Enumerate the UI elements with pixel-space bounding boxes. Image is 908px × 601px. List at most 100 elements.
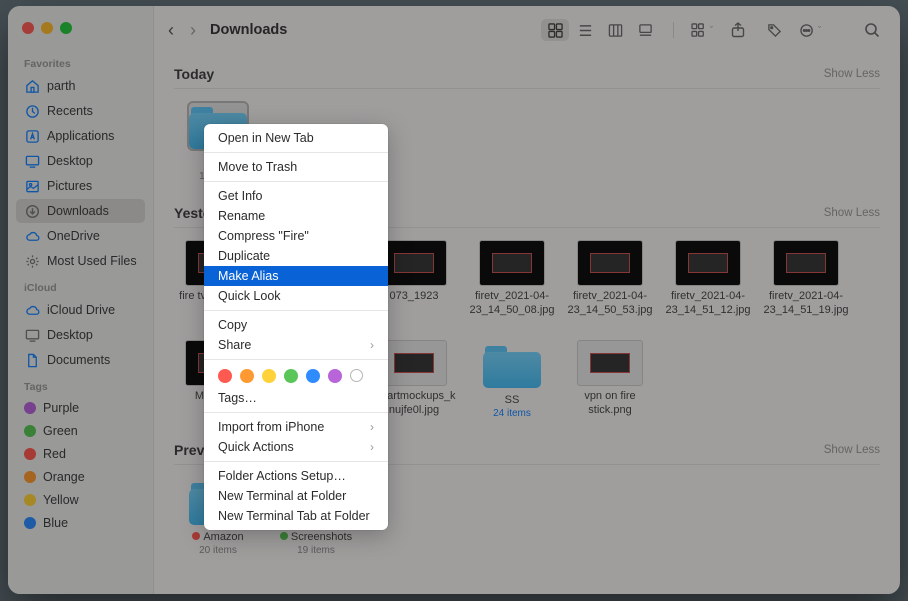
ctx-tags[interactable]: Tags… — [204, 388, 388, 408]
ctx-import-iphone[interactable]: Import from iPhone› — [204, 417, 388, 437]
ctx-make-alias[interactable]: Make Alias — [204, 266, 388, 286]
ctx-compress[interactable]: Compress "Fire" — [204, 226, 388, 246]
ctx-open-new-tab[interactable]: Open in New Tab — [204, 128, 388, 148]
file-name: Screenshots — [280, 531, 352, 545]
forward-button[interactable]: › — [190, 20, 196, 41]
back-button[interactable]: ‹ — [168, 20, 174, 41]
file-item[interactable]: firetv_2021-04-23_14_51_19.jpg — [762, 240, 850, 318]
sidebar-item-label: Downloads — [47, 204, 109, 218]
ctx-get-info[interactable]: Get Info — [204, 186, 388, 206]
doc-icon — [24, 352, 40, 368]
gear-icon — [24, 253, 40, 269]
ctx-new-terminal-tab[interactable]: New Terminal Tab at Folder — [204, 506, 388, 526]
ctx-duplicate[interactable]: Duplicate — [204, 246, 388, 266]
ctx-quick-look[interactable]: Quick Look — [204, 286, 388, 306]
sidebar: Favorites parth Recents Applications Deskto… — [8, 6, 154, 594]
file-sublabel: 20 items — [199, 545, 237, 558]
sidebar-item-label: Green — [43, 424, 78, 438]
thumbnail-icon — [675, 240, 741, 286]
sidebar-item-icloud-drive[interactable]: iCloud Drive — [16, 298, 145, 322]
tag-color-swatch[interactable] — [306, 369, 320, 383]
ctx-share[interactable]: Share› — [204, 335, 388, 355]
show-less-button[interactable]: Show Less — [824, 68, 880, 80]
ctx-copy[interactable]: Copy — [204, 315, 388, 335]
tag-color-swatch[interactable] — [328, 369, 342, 383]
sidebar-item-desktop[interactable]: Desktop — [16, 323, 145, 347]
ctx-quick-actions[interactable]: Quick Actions› — [204, 437, 388, 457]
thumbnail-icon — [381, 240, 447, 286]
search-button[interactable] — [858, 19, 886, 41]
file-item[interactable]: firetv_2021-04-23_14_51_12.jpg — [664, 240, 752, 318]
ctx-new-terminal[interactable]: New Terminal at Folder — [204, 486, 388, 506]
nav-arrows: ‹ › — [168, 20, 196, 41]
sidebar-tag-red[interactable]: Red — [16, 443, 145, 465]
desktop-icon — [24, 327, 40, 343]
share-button[interactable] — [724, 19, 752, 41]
tags-button[interactable] — [760, 19, 788, 41]
sidebar-item-applications[interactable]: Applications — [16, 124, 145, 148]
file-item[interactable]: SS24 items — [468, 340, 556, 420]
show-less-button[interactable]: Show Less — [824, 207, 880, 219]
sidebar-item-desktop[interactable]: Desktop — [16, 149, 145, 173]
file-name: Amazon — [192, 531, 243, 545]
tag-dot-icon — [24, 517, 36, 529]
sidebar-item-label: iCloud Drive — [47, 303, 115, 317]
file-name: firetv_2021-04-23_14_51_12.jpg — [664, 290, 752, 318]
column-view-button[interactable] — [601, 19, 629, 41]
tag-dot-icon — [24, 471, 36, 483]
file-sublabel: 24 items — [493, 408, 531, 421]
sidebar-item-label: Recents — [47, 104, 93, 118]
sidebar-tag-purple[interactable]: Purple — [16, 397, 145, 419]
sidebar-item-recents[interactable]: Recents — [16, 99, 145, 123]
sidebar-item-label: Applications — [47, 129, 114, 143]
file-item[interactable]: firetv_2021-04-23_14_50_08.jpg — [468, 240, 556, 318]
ctx-folder-actions-setup[interactable]: Folder Actions Setup… — [204, 466, 388, 486]
sidebar-item-onedrive[interactable]: OneDrive — [16, 224, 145, 248]
tag-dot-icon — [24, 425, 36, 437]
sidebar-item-pictures[interactable]: Pictures — [16, 174, 145, 198]
sidebar-item-label: Most Used Files — [47, 254, 137, 268]
sidebar-tag-yellow[interactable]: Yellow — [16, 489, 145, 511]
list-view-button[interactable] — [571, 19, 599, 41]
maximize-window-button[interactable] — [60, 22, 72, 34]
sidebar-section-favorites: Favorites — [16, 50, 145, 74]
file-name: firetv_2021-04-23_14_50_08.jpg — [468, 290, 556, 318]
desktop-icon — [24, 153, 40, 169]
thumbnail-icon — [773, 240, 839, 286]
tag-color-swatch[interactable] — [284, 369, 298, 383]
file-item[interactable]: vpn on fire stick.png — [566, 340, 654, 420]
minimize-window-button[interactable] — [41, 22, 53, 34]
view-mode-group — [541, 19, 659, 41]
show-less-button[interactable]: Show Less — [824, 444, 880, 456]
file-sublabel: 19 items — [297, 545, 335, 558]
file-name: firetv_2021-04-23_14_51_19.jpg — [762, 290, 850, 318]
sidebar-item-documents[interactable]: Documents — [16, 348, 145, 372]
sidebar-tag-blue[interactable]: Blue — [16, 512, 145, 534]
cloud-icon — [24, 302, 40, 318]
ctx-rename[interactable]: Rename — [204, 206, 388, 226]
downloads-icon — [24, 203, 40, 219]
tag-clear-swatch[interactable] — [350, 369, 363, 382]
sidebar-tag-green[interactable]: Green — [16, 420, 145, 442]
gallery-view-button[interactable] — [631, 19, 659, 41]
file-item[interactable]: firetv_2021-04-23_14_50_53.jpg — [566, 240, 654, 318]
window-controls — [16, 18, 145, 50]
action-menu-button[interactable]: ˇ — [796, 19, 824, 41]
sidebar-item-downloads[interactable]: Downloads — [16, 199, 145, 223]
ctx-move-to-trash[interactable]: Move to Trash — [204, 157, 388, 177]
tag-color-swatch[interactable] — [262, 369, 276, 383]
close-window-button[interactable] — [22, 22, 34, 34]
tag-color-swatch[interactable] — [240, 369, 254, 383]
sidebar-section-icloud: iCloud — [16, 274, 145, 298]
sidebar-tag-orange[interactable]: Orange — [16, 466, 145, 488]
sidebar-item-most-used-files[interactable]: Most Used Files — [16, 249, 145, 273]
sidebar-item-parth[interactable]: parth — [16, 74, 145, 98]
tag-color-swatch[interactable] — [218, 369, 232, 383]
cloud-icon — [24, 228, 40, 244]
pictures-icon — [24, 178, 40, 194]
sidebar-item-label: Desktop — [47, 328, 93, 342]
finder-window: Favorites parth Recents Applications Deskto… — [8, 6, 900, 594]
icon-view-button[interactable] — [541, 19, 569, 41]
group-by-button[interactable]: ˇ — [688, 19, 716, 41]
ctx-tag-colors — [204, 364, 388, 388]
